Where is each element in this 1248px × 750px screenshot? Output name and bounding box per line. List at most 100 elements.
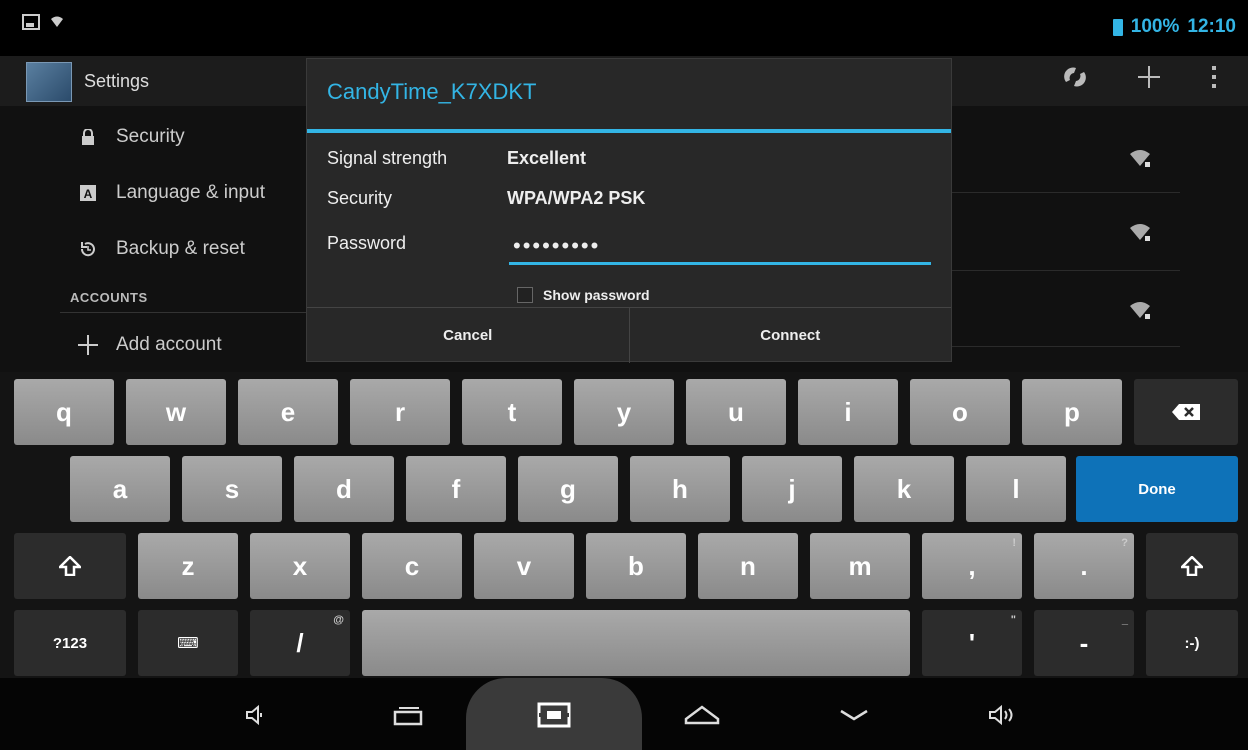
- volume-down-icon: [246, 704, 262, 726]
- key-y[interactable]: y: [574, 379, 674, 445]
- dialog-buttons: Cancel Connect: [307, 307, 951, 363]
- apostrophe-key[interactable]: ' ": [922, 610, 1022, 676]
- clock: 12:10: [1187, 16, 1236, 37]
- key-q[interactable]: q: [14, 379, 114, 445]
- shift-icon: [1181, 556, 1203, 576]
- apostrophe-key-label: ': [968, 627, 976, 658]
- password-value: •••••••••: [513, 233, 601, 258]
- key-o[interactable]: o: [910, 379, 1010, 445]
- wps-icon[interactable]: [1062, 64, 1088, 90]
- volume-down-button[interactable]: [234, 698, 278, 732]
- recent-apps-button[interactable]: [386, 698, 430, 732]
- dash-key-hint: _: [1121, 614, 1128, 626]
- dash-key[interactable]: - _: [1034, 610, 1134, 676]
- plus-icon: [78, 335, 98, 355]
- cancel-button[interactable]: Cancel: [307, 308, 629, 363]
- settings-item-label: Language & input: [116, 182, 265, 203]
- backspace-key[interactable]: [1134, 379, 1238, 445]
- slash-key-label: /: [296, 627, 304, 658]
- key-b[interactable]: b: [586, 533, 686, 599]
- volume-up-button[interactable]: [980, 698, 1024, 732]
- key-n[interactable]: n: [698, 533, 798, 599]
- screenshot-button[interactable]: [532, 698, 576, 732]
- wifi-signal-icon: [1130, 224, 1150, 241]
- key-g[interactable]: g: [518, 456, 618, 522]
- key-s[interactable]: s: [182, 456, 282, 522]
- key-w[interactable]: w: [126, 379, 226, 445]
- overflow-menu-icon[interactable]: [1210, 64, 1218, 90]
- lock-icon: [78, 129, 98, 145]
- period-key-label: .: [1080, 550, 1088, 581]
- key-l[interactable]: l: [966, 456, 1066, 522]
- key-c[interactable]: c: [362, 533, 462, 599]
- smiley-key[interactable]: :-): [1146, 610, 1238, 676]
- slash-key[interactable]: / @: [250, 610, 350, 676]
- wifi-signal-icon: [1130, 150, 1150, 167]
- space-key[interactable]: [362, 610, 910, 676]
- action-bar-actions: [1062, 64, 1218, 90]
- home-icon: [684, 705, 720, 725]
- battery-icon: [1112, 18, 1123, 36]
- key-d[interactable]: d: [294, 456, 394, 522]
- comma-key[interactable]: , !: [922, 533, 1022, 599]
- wifi-list-divider: [950, 270, 1180, 271]
- soft-keyboard: q w e r t y u i o p a s d f g h j k l Do…: [0, 372, 1248, 678]
- key-v[interactable]: v: [474, 533, 574, 599]
- key-m[interactable]: m: [810, 533, 910, 599]
- status-bar: 100% 12:10: [0, 0, 1248, 56]
- period-key-hint: ?: [1121, 537, 1128, 549]
- settings-item-language[interactable]: A Language & input: [78, 182, 265, 204]
- home-button[interactable]: [680, 698, 724, 732]
- hide-keyboard-button[interactable]: [832, 698, 876, 732]
- key-t[interactable]: t: [462, 379, 562, 445]
- dash-key-label: -: [1079, 627, 1089, 658]
- settings-item-backup[interactable]: Backup & reset: [78, 238, 245, 260]
- settings-item-label: Add account: [116, 334, 222, 355]
- wifi-signal-icon: [1130, 302, 1150, 319]
- comma-key-label: ,: [968, 550, 976, 581]
- show-password-checkbox[interactable]: [517, 287, 533, 303]
- app-title: Settings: [84, 71, 150, 91]
- shift-icon: [59, 556, 81, 576]
- key-r[interactable]: r: [350, 379, 450, 445]
- accounts-section-header: ACCOUNTS: [70, 290, 148, 305]
- language-key[interactable]: ⌨: [138, 610, 238, 676]
- notification-icons: [22, 14, 64, 30]
- add-network-icon[interactable]: [1136, 64, 1162, 90]
- svg-text:A: A: [84, 187, 93, 201]
- key-k[interactable]: k: [854, 456, 954, 522]
- status-right: 100% 12:10: [1112, 16, 1236, 38]
- restore-icon: [78, 240, 98, 258]
- recent-apps-icon: [393, 707, 423, 726]
- key-p[interactable]: p: [1022, 379, 1122, 445]
- shift-key-left[interactable]: [14, 533, 126, 599]
- wifi-notification-icon: [51, 16, 63, 27]
- done-key[interactable]: Done: [1076, 456, 1238, 522]
- battery-level: 100%: [1130, 16, 1180, 37]
- key-e[interactable]: e: [238, 379, 338, 445]
- connect-button[interactable]: Connect: [628, 308, 952, 363]
- dialog-title: CandyTime_K7XDKT: [327, 79, 537, 104]
- key-x[interactable]: x: [250, 533, 350, 599]
- shift-key-right[interactable]: [1146, 533, 1238, 599]
- wifi-connect-dialog: CandyTime_K7XDKT Signal strength Excelle…: [306, 58, 952, 363]
- show-password-label: Show password: [543, 287, 650, 303]
- key-i[interactable]: i: [798, 379, 898, 445]
- apostrophe-key-hint: ": [1010, 614, 1016, 626]
- settings-item-add-account[interactable]: Add account: [78, 334, 222, 356]
- settings-item-security[interactable]: Security: [78, 126, 185, 148]
- symbols-key[interactable]: ?123: [14, 610, 126, 676]
- dialog-title-divider: [307, 129, 951, 133]
- key-h[interactable]: h: [630, 456, 730, 522]
- key-z[interactable]: z: [138, 533, 238, 599]
- settings-item-label: Security: [116, 126, 185, 147]
- volume-up-icon: [989, 704, 1013, 726]
- show-password-row[interactable]: Show password: [517, 287, 650, 303]
- password-input[interactable]: •••••••••: [509, 231, 931, 265]
- key-f[interactable]: f: [406, 456, 506, 522]
- key-u[interactable]: u: [686, 379, 786, 445]
- key-j[interactable]: j: [742, 456, 842, 522]
- key-a[interactable]: a: [70, 456, 170, 522]
- period-key[interactable]: . ?: [1034, 533, 1134, 599]
- settings-app-icon[interactable]: [26, 62, 72, 102]
